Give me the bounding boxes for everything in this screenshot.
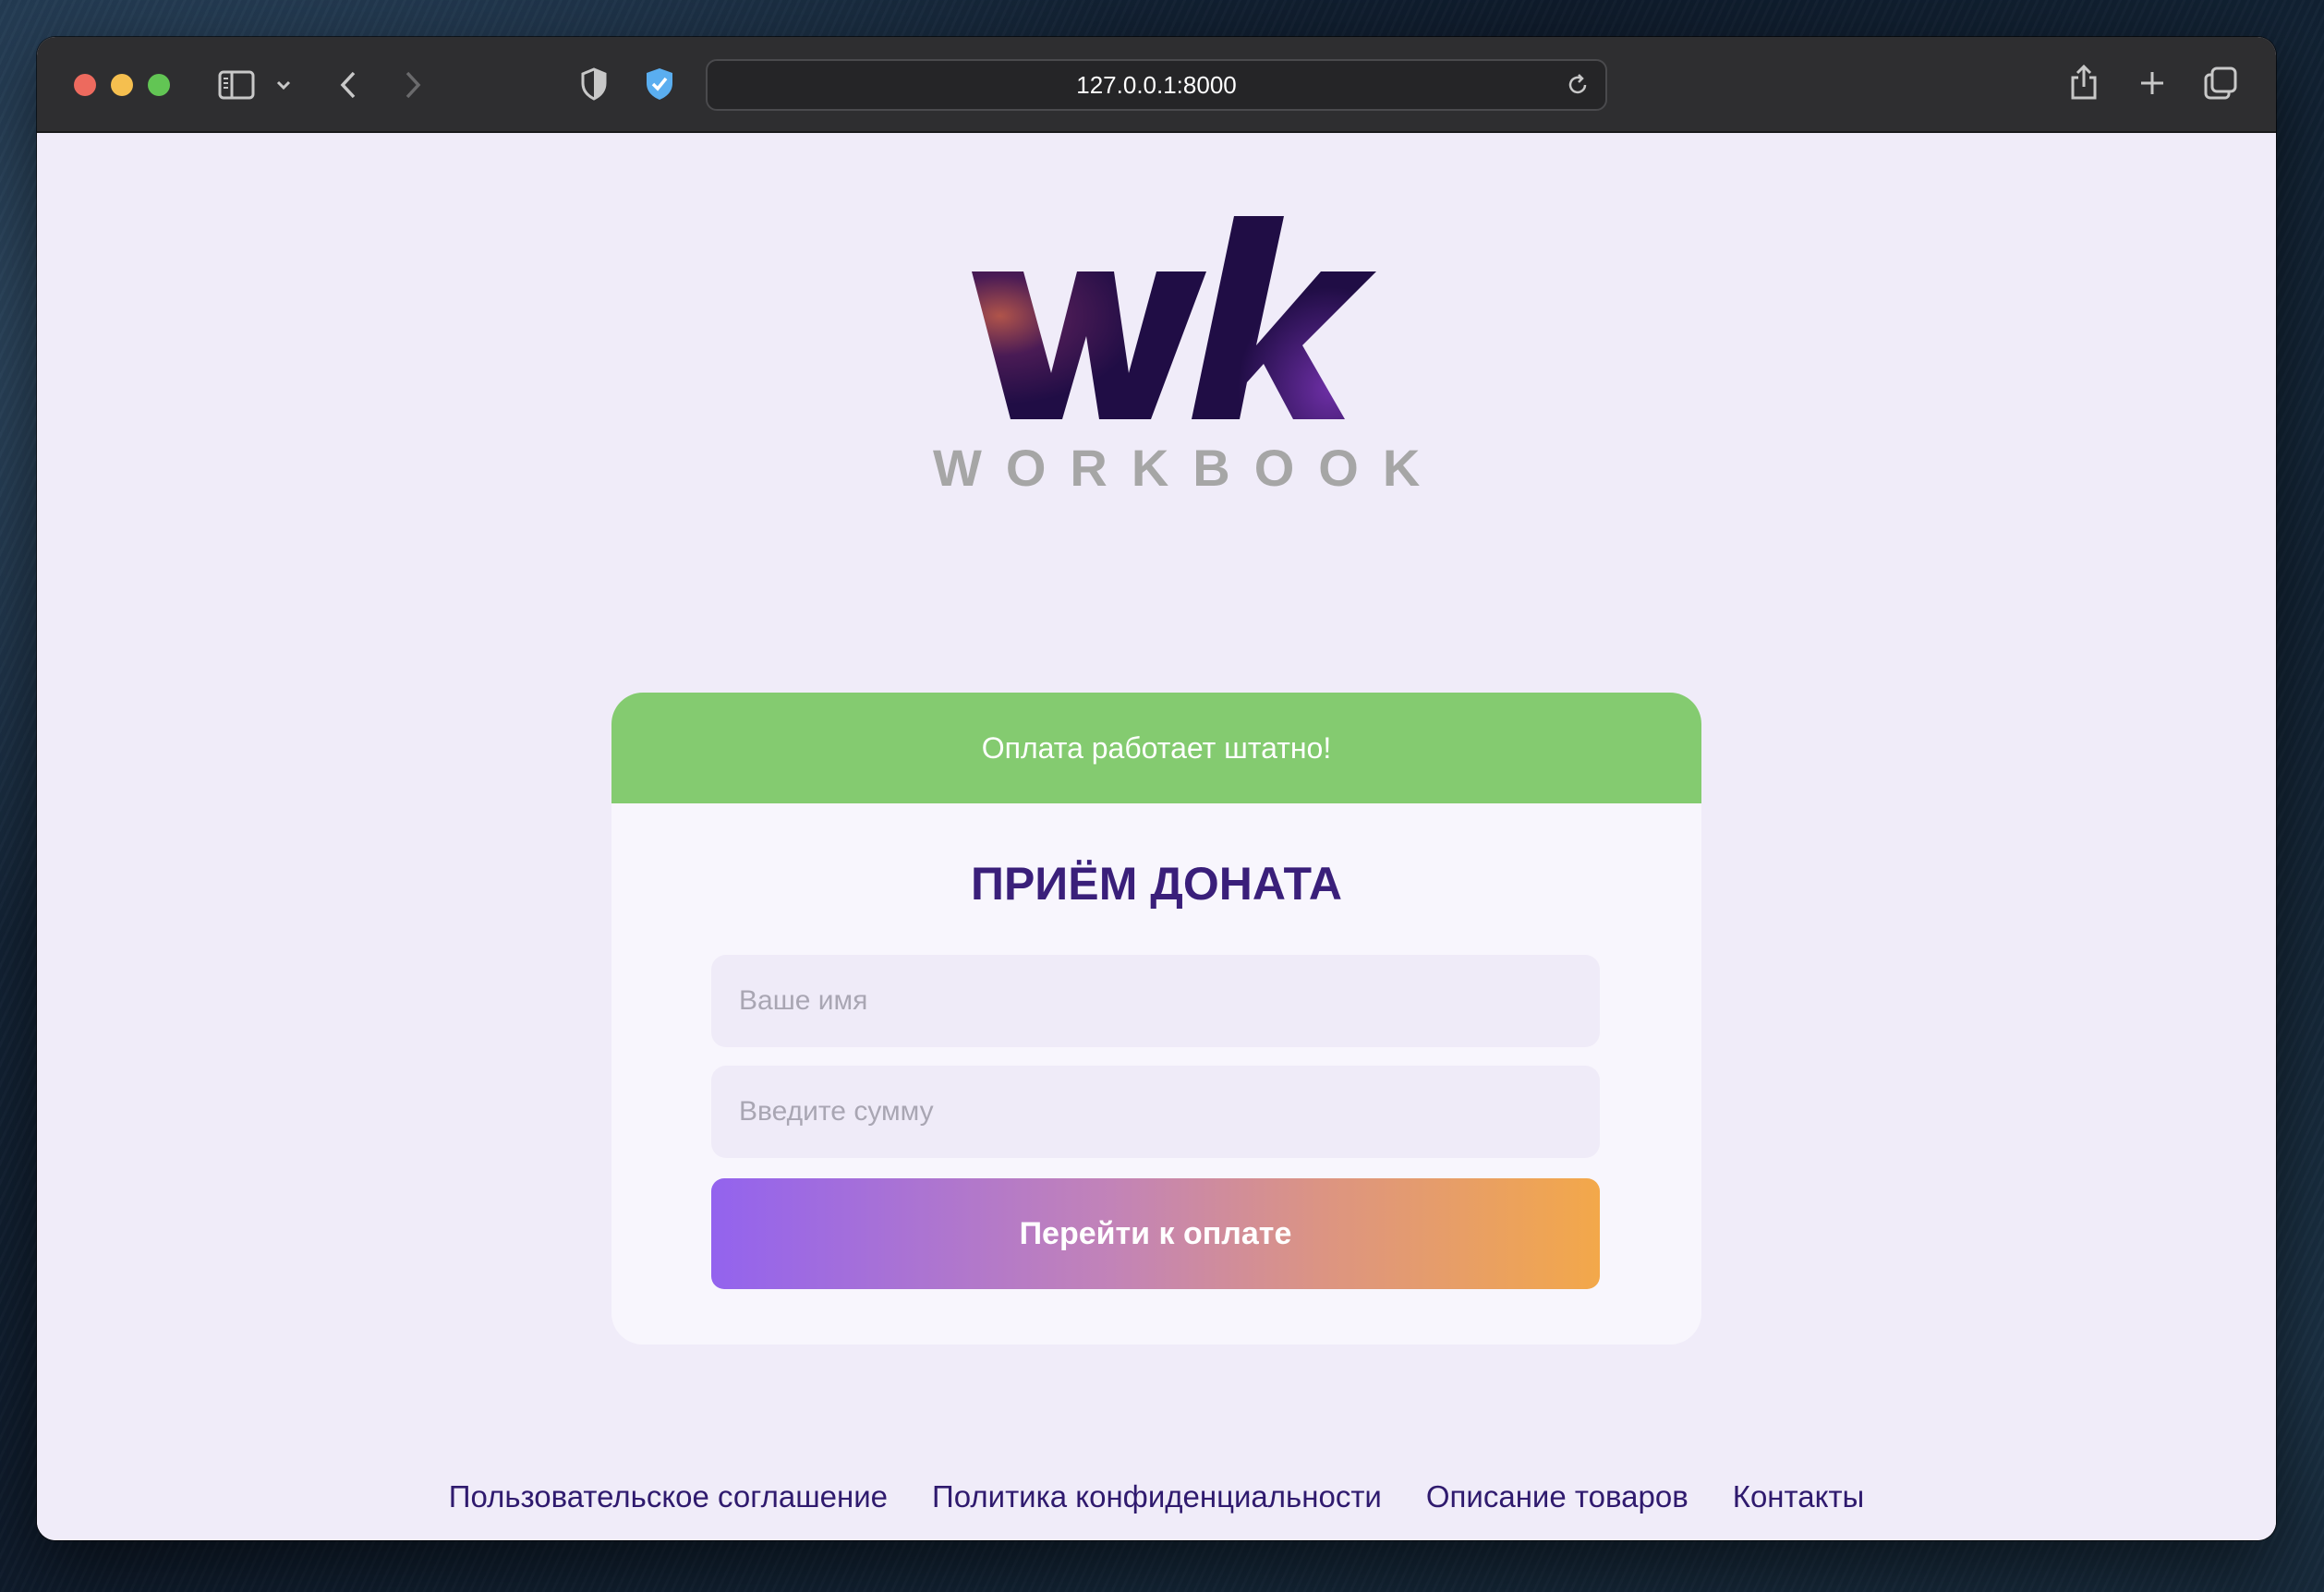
donation-card: Оплата работает штатно! ПРИЁМ ДОНАТА Пер… bbox=[611, 693, 1701, 1345]
address-bar[interactable]: 127.0.0.1:8000 bbox=[706, 59, 1607, 111]
name-input[interactable] bbox=[711, 955, 1600, 1047]
payment-status-banner: Оплата работает штатно! bbox=[611, 693, 1701, 803]
footer-link-product-description[interactable]: Описание товаров bbox=[1426, 1479, 1689, 1514]
back-icon[interactable] bbox=[334, 66, 362, 103]
tab-overview-icon[interactable] bbox=[2202, 65, 2239, 102]
browser-window: 127.0.0.1:8000 WORKBOOK Оплата работает … bbox=[37, 37, 2276, 1540]
workbook-logo[interactable]: WORKBOOK bbox=[914, 216, 1445, 512]
share-icon[interactable] bbox=[2067, 61, 2100, 103]
close-window-button[interactable] bbox=[74, 74, 96, 96]
security-check-icon[interactable] bbox=[643, 65, 676, 103]
url-text[interactable]: 127.0.0.1:8000 bbox=[708, 61, 1605, 109]
form-title: ПРИЁМ ДОНАТА bbox=[971, 858, 1342, 910]
reload-icon[interactable] bbox=[1565, 72, 1591, 103]
proceed-to-payment-button[interactable]: Перейти к оплате bbox=[711, 1178, 1600, 1289]
payment-status-text: Оплата работает штатно! bbox=[981, 730, 1332, 765]
page-content: WORKBOOK Оплата работает штатно! ПРИЁМ Д… bbox=[37, 133, 2276, 1540]
footer-link-contacts[interactable]: Контакты bbox=[1733, 1479, 1865, 1514]
forward-icon[interactable] bbox=[399, 66, 427, 103]
footer-links: Пользовательское соглашение Политика кон… bbox=[37, 1479, 2276, 1514]
footer-link-privacy-policy[interactable]: Политика конфиденциальности bbox=[932, 1479, 1382, 1514]
wk-logo-mark bbox=[972, 216, 1376, 419]
amount-input[interactable] bbox=[711, 1066, 1600, 1158]
chevron-down-icon[interactable] bbox=[273, 74, 294, 96]
new-tab-icon[interactable] bbox=[2136, 66, 2169, 100]
minimize-window-button[interactable] bbox=[111, 74, 133, 96]
browser-toolbar: 127.0.0.1:8000 bbox=[37, 37, 2276, 133]
privacy-shield-icon[interactable] bbox=[578, 65, 610, 103]
footer-link-user-agreement[interactable]: Пользовательское соглашение bbox=[449, 1479, 888, 1514]
logo-subtitle: WORKBOOK bbox=[933, 439, 1445, 497]
sidebar-icon[interactable] bbox=[218, 68, 255, 102]
maximize-window-button[interactable] bbox=[148, 74, 170, 96]
